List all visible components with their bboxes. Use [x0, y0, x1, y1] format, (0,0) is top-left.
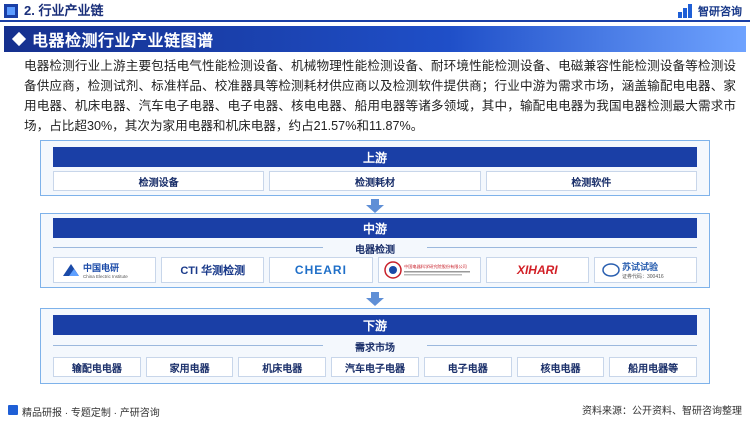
- cti-logo: CTI 华测检测: [161, 257, 265, 283]
- sushi-testing-logo-mark: 苏试试验 证券代码：300416: [602, 261, 664, 280]
- title-banner: 电器检测行业产业链图谱: [4, 26, 746, 52]
- logo-subtext: China Electric Institute: [83, 274, 128, 279]
- upstream-header: 上游: [53, 147, 697, 167]
- logo-subtext: 证券代码：300416: [622, 273, 664, 280]
- cti-logo-text: CTI 华测检测: [180, 265, 246, 277]
- page-title: 电器检测行业产业链图谱: [32, 33, 214, 50]
- midstream-panel: 中游 电器检测 中国电研 China Electric Institute CT…: [40, 213, 710, 288]
- logo-text: 苏试试验: [622, 261, 659, 272]
- downstream-item: 机床电器: [238, 357, 327, 377]
- logo-text: 中国电研: [83, 262, 119, 273]
- footer-tagline: 精品研报 · 专题定制 · 产研咨询: [22, 408, 160, 419]
- upstream-item: 检测软件: [485, 171, 697, 191]
- china-electric-institute-logo: 中国电研 China Electric Institute: [53, 257, 157, 283]
- downstream-panel: 下游 需求市场 输配电电器 家用电器 机床电器 汽车电子电器 电子电器 核电电器…: [40, 308, 710, 384]
- downstream-items: 输配电电器 家用电器 机床电器 汽车电子电器 电子电器 核电电器 船用电器等: [53, 357, 698, 377]
- sushi-testing-logo: 苏试试验 证券代码：300416: [593, 257, 698, 283]
- xihari-logo-text: XIHARI: [516, 263, 558, 277]
- midstream-logos: 中国电研 China Electric Institute CTI 华测检测 C…: [53, 257, 698, 283]
- china-electric-institute-logo-mark: 中国电研 China Electric Institute: [62, 262, 128, 279]
- data-source: 资料来源：公开资料、智研咨询整理: [582, 406, 742, 417]
- downstream-item: 汽车电子电器: [331, 357, 419, 377]
- upstream-panel: 上游 检测设备 检测耗材 检测软件: [40, 140, 710, 196]
- chenari-logo: CHEARI: [269, 257, 373, 283]
- research-institute-logo-mark: 中国电器科学研究院股份有限公司: [384, 261, 471, 279]
- top-bar: 2. 行业产业链 智研咨询: [0, 0, 750, 22]
- research-institute-logo: 中国电器科学研究院股份有限公司: [377, 257, 481, 283]
- xihari-logo: XIHARI: [485, 257, 589, 283]
- upstream-item: 检测设备: [53, 171, 265, 191]
- down-arrow-icon: [366, 199, 384, 213]
- upstream-item: 检测耗材: [269, 171, 481, 191]
- logo-text: 中国电器科学研究院股份有限公司: [404, 263, 467, 270]
- top-divider: [0, 20, 750, 22]
- footer: 精品研报 · 专题定制 · 产研咨询 资料来源：公开资料、智研咨询整理: [0, 400, 750, 421]
- section-marker-icon: [4, 4, 18, 18]
- downstream-item: 家用电器: [145, 357, 234, 377]
- downstream-header: 下游: [53, 315, 697, 335]
- downstream-item: 输配电电器: [53, 357, 141, 377]
- brand-logo-icon: [678, 4, 694, 18]
- downstream-item: 船用电器等: [609, 357, 698, 377]
- intro-paragraph: 电器检测行业上游主要包括电气性能检测设备、机械物理性能检测设备、耐环境性能检测设…: [24, 59, 736, 133]
- section-title: 2. 行业产业链: [24, 3, 104, 18]
- brand: 智研咨询: [678, 3, 742, 19]
- diamond-icon: [11, 31, 27, 47]
- upstream-items: 检测设备 检测耗材 检测软件: [53, 171, 697, 191]
- chenari-logo-text: CHEARI: [294, 263, 347, 277]
- midstream-sub-label: 电器检测: [53, 241, 697, 256]
- downstream-sub-label: 需求市场: [53, 339, 697, 354]
- brand-name: 智研咨询: [698, 6, 742, 18]
- midstream-header: 中游: [53, 218, 697, 238]
- downstream-item: 核电电器: [516, 357, 605, 377]
- footer-icon: [8, 405, 18, 415]
- downstream-item: 电子电器: [423, 357, 512, 377]
- down-arrow-icon: [366, 292, 384, 306]
